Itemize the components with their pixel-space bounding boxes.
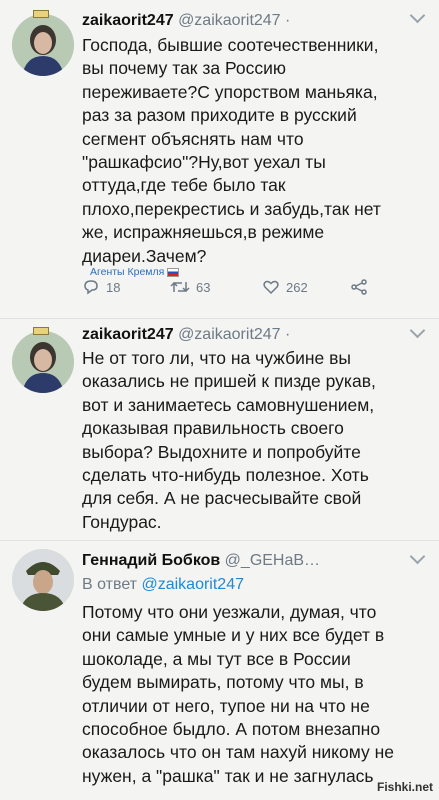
avatar[interactable]	[12, 549, 74, 611]
chevron-down-icon[interactable]	[409, 322, 426, 339]
tweet-2[interactable]: zaikaorit247 @zaikaorit247 · Не от того …	[0, 319, 439, 540]
tweet-text: Не от того ли, что на чужбине вы оказали…	[82, 348, 376, 532]
tweet-header: Геннадий Бобков @_GEHaB…	[82, 552, 320, 570]
tweet-text: Господа, бывшие соотечественники, вы поч…	[82, 35, 381, 266]
author-handle[interactable]: @_GEHaB…	[225, 552, 320, 569]
avatar[interactable]	[12, 331, 74, 393]
reply-button[interactable]: 18	[82, 278, 120, 296]
reply-icon	[84, 280, 98, 295]
author-handle[interactable]: @zaikaorit247 ·	[178, 326, 290, 343]
tweet-actions: 18 63 262	[82, 278, 382, 302]
tweet-header: zaikaorit247 @zaikaorit247 ·	[82, 326, 290, 344]
like-button[interactable]: 262	[262, 278, 308, 296]
retweet-icon	[170, 281, 190, 293]
tag-label: Агенты Кремля	[90, 266, 180, 278]
reply-prefix: В ответ	[82, 576, 138, 593]
chevron-down-icon[interactable]	[409, 548, 426, 565]
avatar-badge	[33, 327, 49, 335]
avatar-image	[12, 549, 74, 611]
heart-icon	[263, 280, 279, 295]
like-count: 262	[286, 279, 308, 295]
retweet-button[interactable]: 63	[170, 278, 210, 296]
author-name[interactable]: zaikaorit247	[82, 12, 174, 29]
tweet-text: Потому что они уезжали, думая, что они с…	[82, 602, 394, 786]
share-icon	[351, 279, 367, 295]
tweet-header: zaikaorit247 @zaikaorit247 ·	[82, 12, 290, 30]
flag-icon	[167, 267, 180, 277]
author-handle[interactable]: @zaikaorit247 ·	[178, 12, 290, 29]
tag-text: Агенты Кремля	[90, 266, 165, 278]
retweet-count: 63	[196, 279, 211, 295]
watermark: Fishki.net	[376, 780, 433, 794]
reply-count: 18	[106, 279, 121, 295]
avatar-badge	[33, 10, 49, 18]
avatar-image	[12, 331, 74, 393]
tweet-1[interactable]: zaikaorit247 @zaikaorit247 · Господа, бы…	[0, 0, 439, 318]
chevron-down-icon[interactable]	[409, 7, 426, 24]
avatar-image	[12, 14, 74, 76]
author-name[interactable]: zaikaorit247	[82, 326, 174, 343]
reply-context: В ответ @zaikaorit247	[82, 576, 244, 594]
author-name[interactable]: Геннадий Бобков	[82, 552, 220, 569]
share-button[interactable]	[350, 278, 368, 296]
tweet-3[interactable]: Геннадий Бобков @_GEHaB… В ответ @zaikao…	[0, 541, 439, 800]
reply-to-handle[interactable]: @zaikaorit247	[141, 576, 244, 593]
avatar[interactable]	[12, 14, 74, 76]
